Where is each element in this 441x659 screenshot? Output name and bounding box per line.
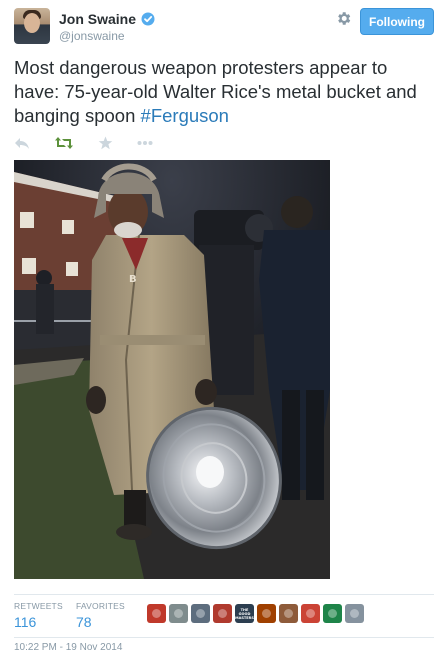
avatar-face (24, 13, 40, 33)
favoriter-avatar-face (328, 609, 337, 618)
favoriter-avatar[interactable] (169, 604, 188, 623)
favoriter-avatar-face (306, 609, 315, 618)
author-name-row: Jon Swaine (59, 11, 155, 27)
author-handle[interactable]: @jonswaine (59, 29, 125, 43)
photo-scene: B (14, 160, 330, 579)
author-avatar[interactable] (14, 8, 50, 44)
retweets-count[interactable]: 116 (14, 614, 63, 630)
favoriter-avatar[interactable] (213, 604, 232, 623)
favoriter-avatar-face (152, 609, 161, 618)
favoriter-avatar[interactable] (191, 604, 210, 623)
favoriter-avatar-face (174, 609, 183, 618)
author-name[interactable]: Jon Swaine (59, 11, 136, 27)
favorites-count[interactable]: 78 (76, 614, 125, 630)
favoriter-avatar-face (262, 609, 271, 618)
favoriter-avatar[interactable] (147, 604, 166, 623)
retweet-icon[interactable] (54, 136, 74, 150)
tweet-timestamp[interactable]: 10:22 PM - 19 Nov 2014 (14, 642, 122, 653)
favorites-label: FAVORITES (76, 601, 125, 611)
favoriter-avatar-face (218, 609, 227, 618)
coat-shirt-letter: B (129, 274, 137, 285)
tweet-text: Most dangerous weapon protesters appear … (14, 56, 434, 128)
tweet-actions (14, 136, 153, 150)
footer-divider (14, 637, 434, 638)
following-button[interactable]: Following (360, 8, 434, 35)
retweets-label: RETWEETS (14, 601, 63, 611)
favoriter-avatar[interactable] (279, 604, 298, 623)
favoriter-avatar[interactable] (345, 604, 364, 623)
favoriter-avatar[interactable]: THE GOOD MASTERS (235, 604, 254, 623)
favoriter-avatar-face (284, 609, 293, 618)
retweets-stat[interactable]: RETWEETS 116 (14, 601, 63, 630)
favoriter-avatar[interactable] (301, 604, 320, 623)
reply-icon[interactable] (14, 136, 30, 150)
more-icon[interactable] (137, 140, 153, 146)
tweet-photo[interactable]: B (14, 160, 330, 579)
gear-icon[interactable] (335, 10, 352, 27)
favoriter-avatar[interactable] (257, 604, 276, 623)
verified-badge-icon (141, 12, 155, 26)
favorites-stat[interactable]: FAVORITES 78 (76, 601, 125, 630)
favoriter-avatar[interactable] (323, 604, 342, 623)
favoriter-avatar-face (350, 609, 359, 618)
hashtag-link[interactable]: #Ferguson (141, 105, 229, 126)
stats-divider (14, 594, 434, 595)
favoriter-avatars: THE GOOD MASTERS (147, 604, 364, 623)
favoriter-avatar-face (196, 609, 205, 618)
tweet-stats: RETWEETS 116 FAVORITES 78 THE GOOD MASTE… (14, 594, 434, 636)
favorite-icon[interactable] (98, 136, 113, 150)
